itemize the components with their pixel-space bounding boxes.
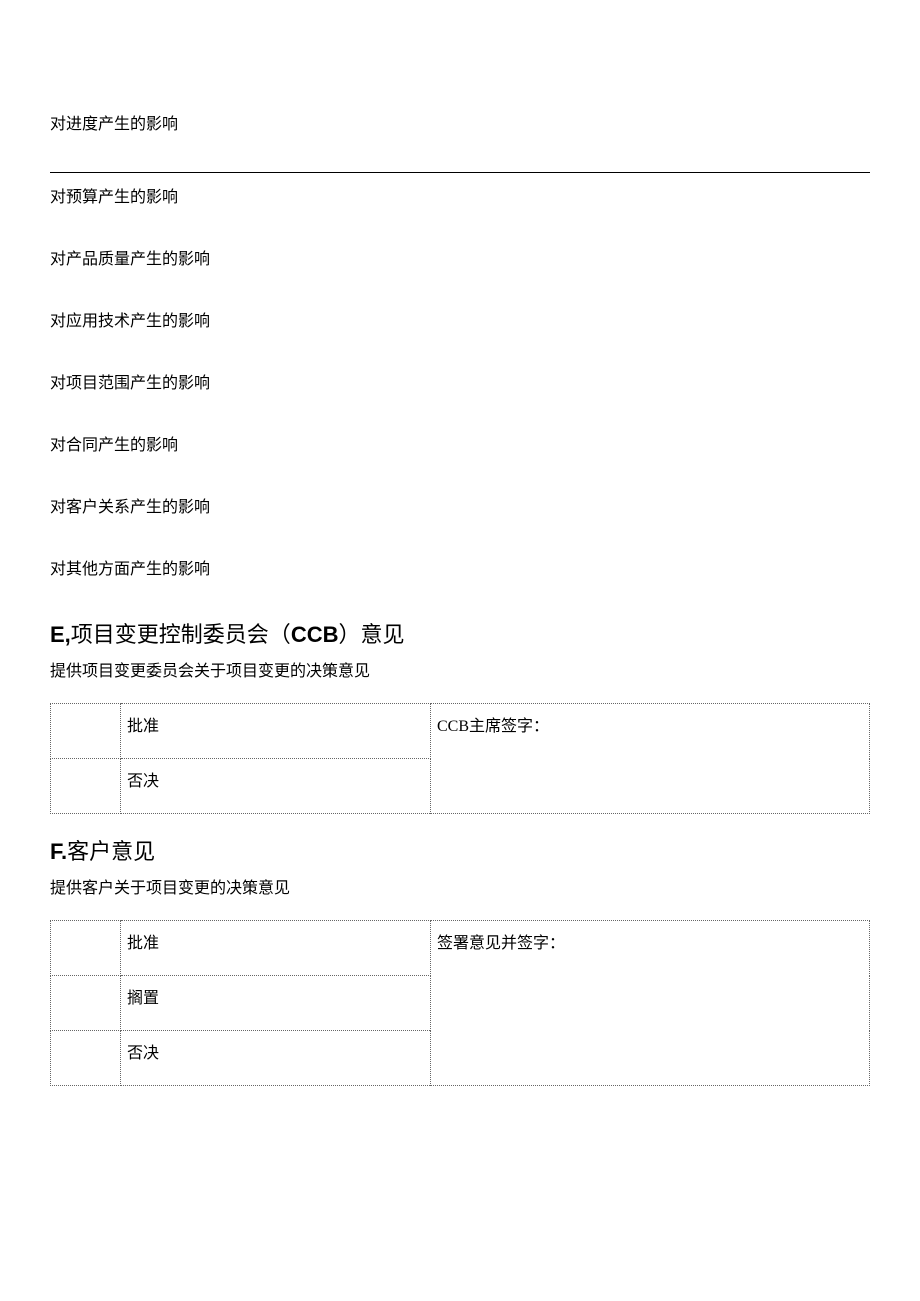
section-e-prefix: E,	[50, 622, 71, 647]
customer-sign-cell[interactable]: 签署意见并签字：	[431, 921, 870, 1086]
table-row: 批准 签署意见并签字：	[51, 921, 870, 976]
customer-opinion-table: 批准 签署意见并签字： 搁置 否决	[50, 920, 870, 1086]
ccb-opinion-table: 批准 CCB主席签字： 否决	[50, 703, 870, 814]
section-f-subtext: 提供客户关于项目变更的决策意见	[50, 874, 870, 898]
customer-hold-label: 搁置	[121, 976, 431, 1031]
impact-scope: 对项目范围产生的影响	[50, 369, 870, 393]
section-e-subtext: 提供项目变更委员会关于项目变更的决策意见	[50, 657, 870, 681]
customer-reject-check[interactable]	[51, 1031, 121, 1086]
ccb-approve-label: 批准	[121, 704, 431, 759]
ccb-sign-cell[interactable]: CCB主席签字：	[431, 704, 870, 814]
ccb-approve-check[interactable]	[51, 704, 121, 759]
section-e-ccb: CCB	[291, 622, 339, 647]
impact-contract: 对合同产生的影响	[50, 431, 870, 455]
ccb-reject-check[interactable]	[51, 759, 121, 814]
customer-approve-label: 批准	[121, 921, 431, 976]
impact-schedule: 对进度产生的影响	[50, 110, 870, 134]
divider-line	[50, 172, 870, 173]
impact-customer-relation: 对客户关系产生的影响	[50, 493, 870, 517]
section-e-heading: E,项目变更控制委员会（CCB）意见	[50, 617, 870, 649]
customer-hold-check[interactable]	[51, 976, 121, 1031]
impact-budget: 对预算产生的影响	[50, 183, 870, 207]
section-f-title: 客户意见	[67, 839, 155, 864]
ccb-reject-label: 否决	[121, 759, 431, 814]
section-f-prefix: F.	[50, 839, 67, 864]
customer-approve-check[interactable]	[51, 921, 121, 976]
section-f-heading: F.客户意见	[50, 834, 870, 866]
customer-reject-label: 否决	[121, 1031, 431, 1086]
impact-technology: 对应用技术产生的影响	[50, 307, 870, 331]
section-e-title-2: ）意见	[338, 622, 404, 647]
impact-other: 对其他方面产生的影响	[50, 555, 870, 579]
section-e-title-1: 项目变更控制委员会（	[71, 622, 291, 647]
table-row: 批准 CCB主席签字：	[51, 704, 870, 759]
impact-quality: 对产品质量产生的影响	[50, 245, 870, 269]
